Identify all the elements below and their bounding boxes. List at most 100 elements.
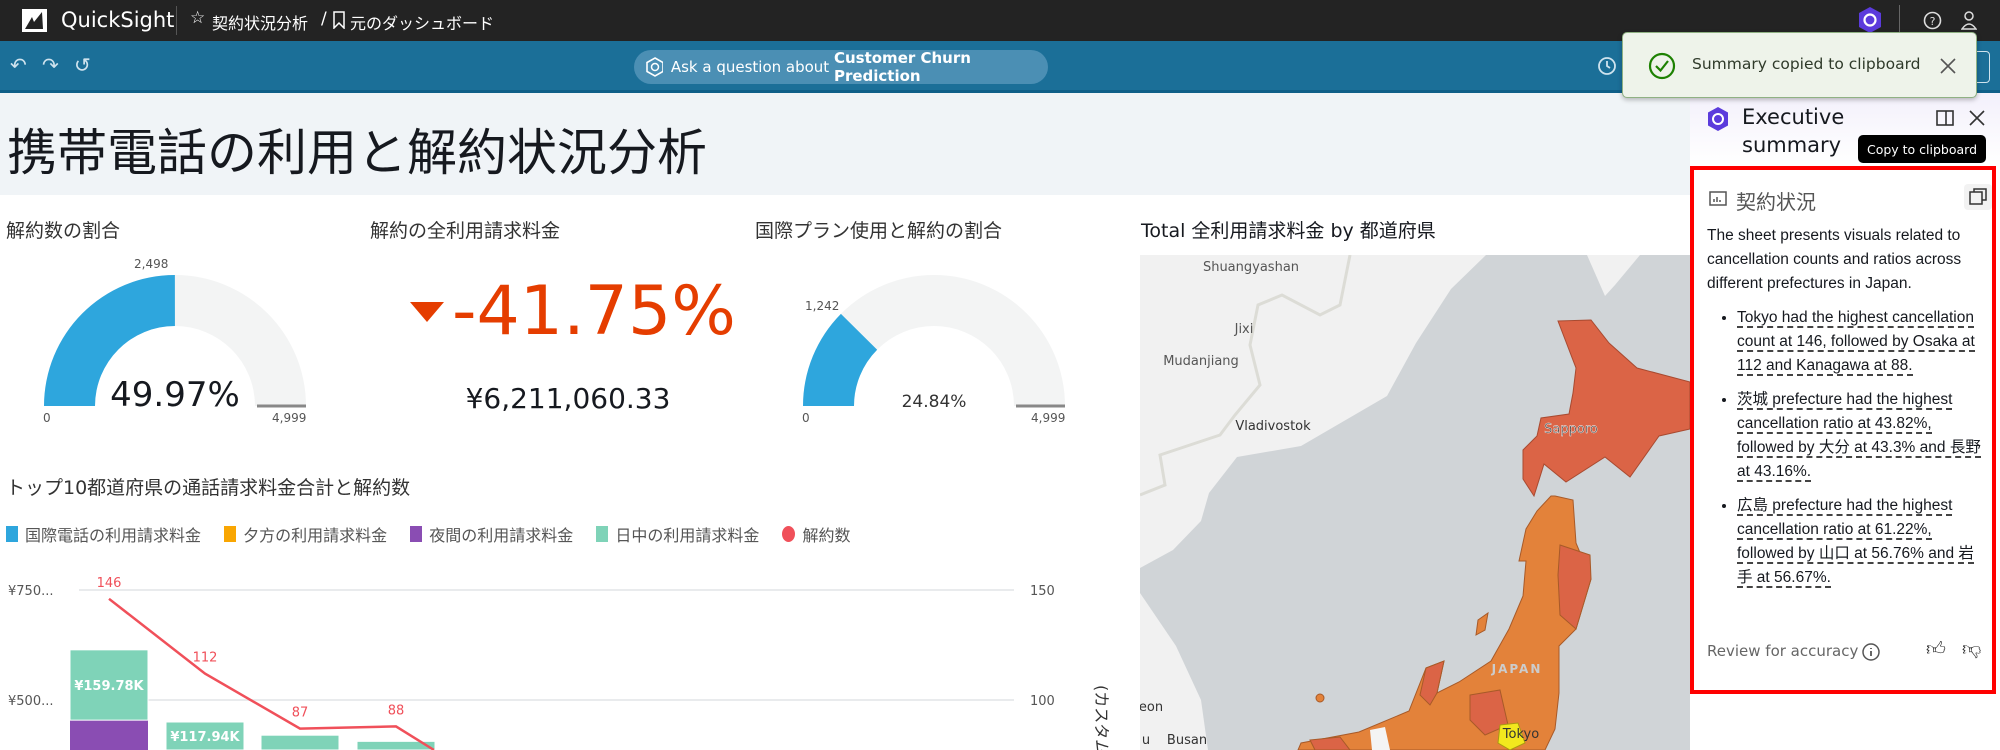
gauge2-percent: 24.84% xyxy=(901,392,967,412)
split-view-icon[interactable] xyxy=(1936,110,1954,126)
y-right-tick: 100 xyxy=(1030,694,1055,709)
legend-item-daytime[interactable]: 日中の利用請求料金 xyxy=(596,522,759,546)
close-icon[interactable] xyxy=(1969,110,1985,126)
toast-notification: Summary copied to clipboard xyxy=(1622,32,1977,98)
summary-bullet: Tokyo had the highest cancellation count… xyxy=(1737,306,1989,378)
summary-card: 契約状況 The sheet presents visuals related … xyxy=(1690,166,1996,694)
asia-landmass xyxy=(1140,255,1486,568)
bookmark-icon xyxy=(333,11,345,29)
ask-prefix: Ask a question about xyxy=(670,58,834,76)
legend-label: 夜間の利用請求料金 xyxy=(429,526,574,545)
star-icon[interactable]: ☆ xyxy=(190,8,205,28)
toast-message: Summary copied to clipboard xyxy=(1692,55,1921,73)
quicksight-logo-icon xyxy=(22,9,47,32)
summary-intro: The sheet presents visuals related to ca… xyxy=(1707,227,1962,292)
summary-bullet: 茨城 prefecture had the highest cancellati… xyxy=(1737,388,1989,484)
chart-legend: 国際電話の利用請求料金 夕方の利用請求料金 夜間の利用請求料金 日中の利用請求料… xyxy=(6,522,868,546)
gauge2-value-label: 1,242 xyxy=(805,299,840,313)
legend-label: 日中の利用請求料金 xyxy=(615,526,760,545)
kpi-value: ¥6,211,060.33 xyxy=(465,382,671,415)
copy-tooltip: Copy to clipboard xyxy=(1858,135,1986,163)
y-right-tick: 150 xyxy=(1030,584,1055,599)
legend-item-evening[interactable]: 夕方の利用請求料金 xyxy=(224,522,387,546)
clock-icon[interactable] xyxy=(1597,56,1617,76)
bar-night-segment[interactable] xyxy=(70,720,148,750)
legend-swatch xyxy=(224,526,237,542)
sheet-title-band: 携帯電話の利用と解約状況分析 xyxy=(0,93,1690,195)
prefecture-iwate xyxy=(1557,544,1592,630)
gauge2-title: 国際プラン使用と解約の割合 xyxy=(755,220,1003,242)
close-icon[interactable] xyxy=(1939,57,1957,75)
gauge1-percent: 49.97% xyxy=(110,375,240,415)
legend-label: 夕方の利用請求料金 xyxy=(243,526,388,545)
q-assistant-icon xyxy=(1708,107,1728,131)
summary-bullet-text[interactable]: Tokyo had the highest cancellation count… xyxy=(1737,309,1975,376)
filled-map[interactable]: Shuangyashan Jixi Mudanjiang Vladivostok… xyxy=(1140,255,1690,750)
map-canvas[interactable]: Shuangyashan Jixi Mudanjiang Vladivostok… xyxy=(1140,255,1690,750)
map-title: Total 全利用請求料金 by 都道府県 xyxy=(1141,220,1436,242)
summary-sheet-name: 契約状況 xyxy=(1736,190,1816,214)
kpi-title: 解約の全利用請求料金 xyxy=(370,220,561,242)
bar-value-label: ¥117.94K xyxy=(170,730,240,745)
ask-topic: Customer Churn Prediction xyxy=(833,49,971,85)
legend-item-night[interactable]: 夜間の利用請求料金 xyxy=(410,522,573,546)
legend-item-cancellations[interactable]: 解約数 xyxy=(782,522,850,546)
gauge2-max-label: 4,999 xyxy=(1031,411,1066,425)
map-label-tokyo: Tokyo xyxy=(1502,727,1539,742)
breadcrumb-dashboard[interactable]: 元のダッシュボード xyxy=(350,10,494,34)
map-label-u: u xyxy=(1142,733,1150,748)
summary-bullet-text[interactable]: 広島 prefecture had the highest cancellati… xyxy=(1737,497,1974,588)
map-label-shuangyashan: Shuangyashan xyxy=(1203,260,1299,275)
reset-icon[interactable]: ↺ xyxy=(74,53,91,77)
y-right-axis-label: (カスタム) xyxy=(1092,685,1111,750)
chart-title: トップ10都道府県の通話請求料金合計と解約数 xyxy=(6,477,411,499)
gauge1-value-label: 2,498 xyxy=(134,257,169,271)
q-assistant-icon[interactable] xyxy=(1858,6,1882,34)
thumbs-down-icon[interactable]: 👎︎ xyxy=(1962,638,1981,661)
app-name[interactable]: QuickSight xyxy=(61,8,174,32)
summary-bullet: 広島 prefecture had the highest cancellati… xyxy=(1737,494,1989,590)
map-label-jixi: Jixi xyxy=(1234,322,1254,337)
chart-icon xyxy=(1709,191,1727,206)
divider xyxy=(176,6,177,35)
down-triangle-icon xyxy=(410,302,444,322)
map-label-mudanjiang: Mudanjiang xyxy=(1163,354,1239,369)
kpi-change: -41.75% xyxy=(452,272,736,351)
sakhalin xyxy=(1587,255,1640,296)
breadcrumb-analysis[interactable]: 契約状況分析 xyxy=(212,10,308,34)
y-left-tick: ¥750... xyxy=(8,584,53,599)
map-label-busan: Busan xyxy=(1167,733,1207,748)
panel-title: Executive summary xyxy=(1742,105,1845,157)
cancellations-line[interactable] xyxy=(108,597,435,750)
q-icon xyxy=(646,57,663,77)
ask-question-button[interactable]: Ask a question about Customer Churn Pred… xyxy=(634,49,1048,85)
summary-bullet-text[interactable]: 茨城 prefecture had the highest cancellati… xyxy=(1737,391,1981,482)
oki-island xyxy=(1315,693,1325,703)
redo-icon[interactable]: ↷ xyxy=(42,53,59,77)
breadcrumb-separator: / xyxy=(321,9,327,29)
bar-daytime-segment[interactable] xyxy=(260,734,340,750)
check-circle-icon xyxy=(1648,52,1676,80)
line-value-label: 146 xyxy=(97,576,122,591)
map-label-eon: eon xyxy=(1140,700,1163,715)
summary-body: The sheet presents visuals related to ca… xyxy=(1707,224,1989,600)
line-value-label: 112 xyxy=(193,651,218,666)
sado-island xyxy=(1475,611,1489,636)
y-left-tick: ¥500... xyxy=(8,694,53,709)
user-icon[interactable] xyxy=(1961,11,1977,30)
thumbs-up-icon[interactable]: 👍︎ xyxy=(1926,638,1946,661)
legend-swatch xyxy=(6,526,18,542)
info-icon[interactable] xyxy=(1861,642,1881,662)
line-value-label: 88 xyxy=(388,703,405,718)
review-for-accuracy: Review for accuracy xyxy=(1707,642,1859,660)
legend-swatch xyxy=(596,526,609,542)
undo-icon[interactable]: ↶ xyxy=(10,53,27,77)
gauge1-min-label: 0 xyxy=(43,411,51,425)
copy-button[interactable] xyxy=(1964,184,1992,210)
summary-bullets: Tokyo had the highest cancellation count… xyxy=(1737,306,1989,590)
page-title: 携帯電話の利用と解約状況分析 xyxy=(7,124,707,182)
gauge2-min-label: 0 xyxy=(802,411,810,425)
help-icon[interactable]: ? xyxy=(1923,11,1942,30)
legend-item-international[interactable]: 国際電話の利用請求料金 xyxy=(6,522,201,546)
combo-chart[interactable]: ¥750... ¥500... 150 100 (カスタム) ¥159.78K ¥117.9… xyxy=(0,560,1130,750)
